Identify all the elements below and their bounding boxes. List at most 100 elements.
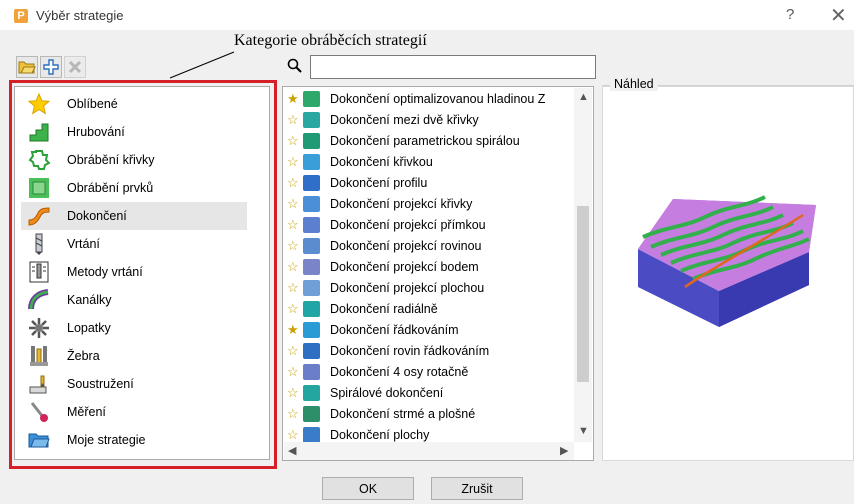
- cancel-button[interactable]: Zrušit: [431, 477, 523, 500]
- title-bar: P Výběr strategie ? ✕: [0, 0, 854, 30]
- drilling-icon: [27, 232, 51, 256]
- strategy-item[interactable]: ☆ Dokončení projekcí bodem: [287, 256, 479, 277]
- annotation-label: Kategorie obráběcích strategií: [234, 32, 427, 49]
- ports-icon: [27, 288, 51, 312]
- strategy-label: Dokončení rovin řádkováním: [330, 343, 490, 358]
- category-item-drilling[interactable]: Vrtání: [21, 230, 247, 258]
- strategy-label: Dokončení optimalizovanou hladinou Z: [330, 91, 546, 106]
- star-icon[interactable]: ☆: [287, 197, 300, 210]
- blades-icon: [27, 316, 51, 340]
- category-item-probing[interactable]: Měření: [21, 398, 247, 426]
- finishing-icon: [27, 204, 51, 228]
- strategy-item[interactable]: ☆ Dokončení radiálně: [287, 298, 438, 319]
- category-item-turning[interactable]: Soustružení: [21, 370, 247, 398]
- star-icon[interactable]: ☆: [287, 155, 300, 168]
- star-icon[interactable]: ★: [287, 323, 300, 336]
- star-icon[interactable]: ☆: [287, 134, 300, 147]
- strategy-item[interactable]: ☆ Dokončení projekcí plochou: [287, 277, 484, 298]
- strategy-item[interactable]: ☆ Spirálové dokončení: [287, 382, 443, 403]
- strategy-label: Dokončení projekcí křivky: [330, 196, 473, 211]
- drilling-methods-icon: [27, 260, 51, 284]
- category-label: Kanálky: [67, 293, 112, 307]
- star-icon[interactable]: ★: [287, 92, 300, 105]
- strategy-item[interactable]: ☆ Dokončení profilu: [287, 172, 427, 193]
- star-icon[interactable]: ☆: [287, 260, 300, 273]
- category-item-feature-machining[interactable]: Obrábění prvků: [21, 174, 247, 202]
- star-icon[interactable]: ☆: [287, 407, 300, 420]
- category-list: Oblíbené Hrubování Obrábění křivky Obráb…: [14, 86, 270, 460]
- star-icon[interactable]: ☆: [287, 113, 300, 126]
- horizontal-scrollbar[interactable]: ◀ ▶: [284, 442, 574, 460]
- strategy-label: Dokončení strmé a plošné: [330, 406, 476, 421]
- scroll-down-icon[interactable]: ▼: [578, 425, 589, 437]
- search-input[interactable]: [310, 55, 596, 79]
- category-item-ports[interactable]: Kanálky: [21, 286, 247, 314]
- scroll-right-icon[interactable]: ▶: [560, 444, 568, 457]
- category-item-my-strategies[interactable]: Moje strategie: [21, 426, 247, 454]
- close-button[interactable]: ✕: [830, 3, 847, 28]
- strategy-icon: [303, 279, 320, 296]
- ok-button[interactable]: OK: [322, 477, 414, 500]
- strategy-icon: [303, 426, 320, 443]
- star-icon[interactable]: ☆: [287, 176, 300, 189]
- category-item-curve-machining[interactable]: Obrábění křivky: [21, 146, 247, 174]
- strategy-icon: [303, 342, 320, 359]
- delete-button[interactable]: [64, 56, 86, 78]
- category-item-favorites[interactable]: Oblíbené: [21, 90, 247, 118]
- category-item-ribs[interactable]: Žebra: [21, 342, 247, 370]
- strategy-item[interactable]: ☆ Dokončení parametrickou spirálou: [287, 130, 520, 151]
- star-icon[interactable]: ☆: [287, 344, 300, 357]
- star-icon[interactable]: ☆: [287, 302, 300, 315]
- strategy-icon: [303, 195, 320, 212]
- strategy-item[interactable]: ☆ Dokončení křivkou: [287, 151, 433, 172]
- strategy-icon: [303, 258, 320, 275]
- strategy-icon: [303, 384, 320, 401]
- help-button[interactable]: ?: [786, 6, 794, 23]
- scroll-left-icon[interactable]: ◀: [288, 444, 296, 457]
- window-title: Výběr strategie: [36, 8, 124, 23]
- strategy-icon: [303, 300, 320, 317]
- category-item-roughing[interactable]: Hrubování: [21, 118, 247, 146]
- category-item-finishing[interactable]: Dokončení: [21, 202, 247, 230]
- vertical-scrollbar[interactable]: ▲ ▼: [574, 88, 592, 442]
- star-icon[interactable]: ☆: [287, 428, 300, 441]
- category-label: Moje strategie: [67, 433, 146, 447]
- strategy-label: Dokončení plochy: [330, 427, 430, 442]
- strategy-label: Dokončení parametrickou spirálou: [330, 133, 520, 148]
- strategy-item[interactable]: ☆ Dokončení 4 osy rotačně: [287, 361, 468, 382]
- preview-image: [638, 195, 816, 327]
- scroll-thumb[interactable]: [577, 206, 589, 382]
- star-icon[interactable]: ☆: [287, 386, 300, 399]
- star-icon[interactable]: ☆: [287, 218, 300, 231]
- category-label: Oblíbené: [67, 97, 118, 111]
- strategy-item[interactable]: ☆ Dokončení strmé a plošné: [287, 403, 475, 424]
- category-item-drilling-methods[interactable]: Metody vrtání: [21, 258, 247, 286]
- scroll-up-icon[interactable]: ▲: [578, 91, 589, 103]
- feature-machining-icon: [27, 176, 51, 200]
- app-logo-icon: P: [14, 9, 28, 23]
- strategy-item[interactable]: ★ Dokončení řádkováním: [287, 319, 459, 340]
- strategy-label: Dokončení projekcí plochou: [330, 280, 485, 295]
- strategy-label: Dokončení projekcí bodem: [330, 259, 479, 274]
- star-icon: [27, 92, 51, 116]
- category-label: Vrtání: [67, 237, 100, 251]
- star-icon[interactable]: ☆: [287, 281, 300, 294]
- strategy-item[interactable]: ☆ Dokončení projekcí rovinou: [287, 235, 481, 256]
- star-icon[interactable]: ☆: [287, 365, 300, 378]
- strategy-item[interactable]: ☆ Dokončení mezi dvě křivky: [287, 109, 479, 130]
- strategy-label: Dokončení radiálně: [330, 301, 438, 316]
- category-label: Měření: [67, 405, 106, 419]
- strategy-item[interactable]: ☆ Dokončení projekcí křivky: [287, 193, 472, 214]
- add-button[interactable]: [40, 56, 62, 78]
- category-item-blades[interactable]: Lopatky: [21, 314, 247, 342]
- category-label: Soustružení: [67, 377, 134, 391]
- preview-label: Náhled: [610, 77, 658, 91]
- strategy-item[interactable]: ☆ Dokončení rovin řádkováním: [287, 340, 489, 361]
- strategy-label: Dokončení projekcí rovinou: [330, 238, 482, 253]
- star-icon[interactable]: ☆: [287, 239, 300, 252]
- strategy-icon: [303, 216, 320, 233]
- strategy-item[interactable]: ☆ Dokončení projekcí přímkou: [287, 214, 486, 235]
- open-folder-button[interactable]: [16, 56, 38, 78]
- strategy-item[interactable]: ★ Dokončení optimalizovanou hladinou Z: [287, 88, 545, 109]
- category-label: Dokončení: [67, 209, 127, 223]
